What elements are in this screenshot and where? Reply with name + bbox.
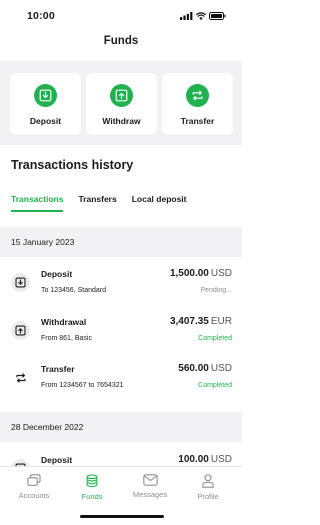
signal-icon	[180, 12, 193, 20]
battery-icon	[209, 12, 226, 20]
amount-value: 100.00	[178, 454, 209, 465]
transaction-amount: 3,407.35 EUR	[170, 316, 232, 327]
amount-currency: EUR	[210, 316, 232, 327]
date-header: 15 January 2023	[0, 227, 242, 257]
accounts-icon	[27, 474, 41, 486]
transaction-amount: 560.00 USD	[178, 363, 232, 374]
tab-bar-label: Funds	[81, 492, 103, 501]
withdraw-action-button[interactable]: Withdraw	[86, 73, 157, 135]
page-title: Funds	[103, 35, 139, 47]
transfer-icon	[11, 368, 30, 387]
transaction-amount: 1,500.00 USD	[170, 268, 232, 279]
profile-icon	[202, 474, 214, 488]
tab-bar-item-profile[interactable]: Profile	[178, 474, 238, 501]
deposit-action-label: Deposit	[29, 116, 62, 126]
amount-value: 1,500.00	[169, 268, 209, 279]
status-icons	[180, 12, 226, 20]
amount-currency: USD	[210, 454, 232, 465]
withdraw-action-label: Withdraw	[102, 116, 141, 126]
transaction-status: Completed	[198, 335, 232, 342]
withdraw-icon	[110, 84, 133, 107]
wifi-icon	[196, 12, 206, 20]
quick-actions: Deposit Withdraw Transfer	[0, 61, 242, 145]
tab-local-deposit[interactable]: Local deposit	[132, 194, 187, 212]
status-time: 10:00	[27, 10, 55, 22]
tab-bar-item-funds[interactable]: Funds	[62, 474, 122, 501]
home-indicator	[80, 515, 164, 518]
tab-bar-label: Profile	[197, 492, 219, 501]
transfer-action-label: Transfer	[180, 116, 215, 126]
transaction-detail: From 861, Basic	[41, 335, 92, 342]
history-tabs: Transactions Transfers Local deposit	[11, 194, 202, 212]
transaction-status: Completed	[198, 382, 232, 389]
transaction-detail: To 123456, Standard	[41, 287, 106, 294]
amount-value: 560.00	[178, 363, 209, 374]
amount-value: 3,407.35	[169, 316, 209, 327]
transaction-detail: From 1234567 to 7654321	[41, 382, 124, 389]
amount-currency: USD	[210, 268, 232, 279]
transaction-row[interactable]: Deposit 100.00 USD	[0, 453, 242, 467]
transfer-action-button[interactable]: Transfer	[162, 73, 233, 135]
date-header: 28 December 2022	[0, 412, 242, 442]
deposit-action-button[interactable]: Deposit	[10, 73, 81, 135]
tab-bar-label: Messages	[132, 490, 168, 499]
deposit-icon	[34, 84, 57, 107]
tab-bar-item-accounts[interactable]: Accounts	[4, 474, 64, 500]
transaction-amount: 100.00 USD	[178, 454, 232, 465]
transaction-row[interactable]: Deposit To 123456, Standard 1,500.00 USD …	[0, 267, 242, 313]
transaction-name: Withdrawal	[41, 317, 87, 327]
section-title: Transactions history	[11, 158, 134, 172]
transfer-icon	[186, 84, 209, 107]
transaction-name: Transfer	[41, 364, 75, 374]
tab-bar-item-messages[interactable]: Messages	[120, 474, 180, 499]
transaction-name: Deposit	[41, 269, 73, 279]
transaction-row[interactable]: Transfer From 1234567 to 7654321 560.00 U…	[0, 362, 242, 408]
status-bar: 10:00	[0, 0, 242, 32]
tab-transfers[interactable]: Transfers	[78, 194, 116, 212]
transaction-status: Pending...	[200, 287, 232, 294]
messages-icon	[142, 474, 158, 486]
transaction-name: Deposit	[41, 455, 73, 465]
withdraw-icon	[11, 321, 30, 340]
tab-bar-label: Accounts	[18, 491, 50, 500]
amount-currency: USD	[210, 363, 232, 374]
tab-transactions[interactable]: Transactions	[11, 194, 64, 212]
deposit-icon	[11, 273, 30, 292]
funds-icon	[86, 474, 98, 488]
transaction-row[interactable]: Withdrawal From 861, Basic 3,407.35 EUR C…	[0, 315, 242, 361]
